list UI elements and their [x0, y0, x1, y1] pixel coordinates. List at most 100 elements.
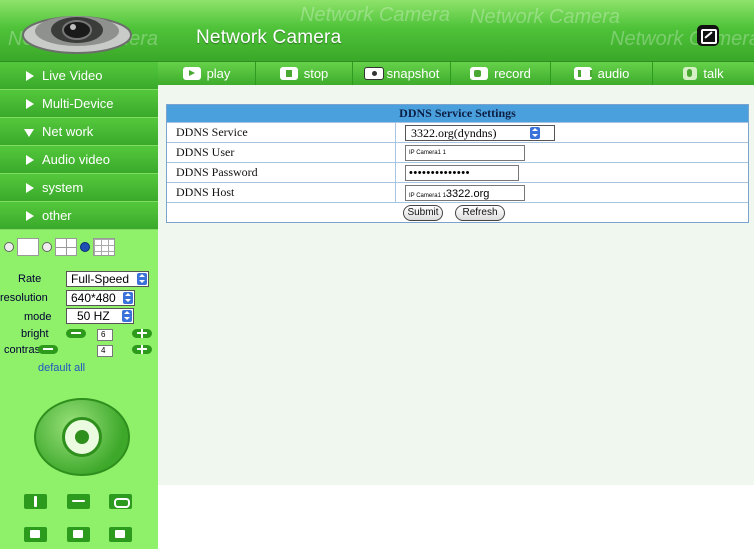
chevron-right-icon [26, 211, 34, 221]
main-content: DDNS Service Settings DDNS Service 3322.… [158, 85, 754, 549]
record-button[interactable]: record [451, 62, 551, 85]
layout-radio-4[interactable] [42, 242, 52, 252]
table-row: DDNS User IP Camera1 1 [167, 142, 748, 162]
ptz-center-icon[interactable] [62, 417, 102, 457]
resolution-select[interactable]: 640*480 [66, 290, 135, 306]
watermark-text: Network Camera [470, 6, 621, 28]
table-row: DDNS Password •••••••••••••• [167, 162, 748, 182]
ddns-password-label: DDNS Password [167, 163, 396, 182]
ddns-host-cell: IP Camera1 13322.org [396, 183, 748, 202]
chevron-down-icon [24, 129, 34, 137]
chevron-right-icon [26, 71, 34, 81]
ddns-service-cell: 3322.org(dyndns) [396, 123, 748, 142]
ddns-user-input[interactable]: IP Camera1 1 [405, 145, 525, 161]
contrast-decrease-button[interactable] [38, 345, 58, 354]
ddns-host-input[interactable]: IP Camera1 13322.org [405, 185, 525, 201]
play-label: play [206, 66, 231, 81]
layout-radio-1[interactable] [4, 242, 14, 252]
camera-dome-icon [22, 16, 132, 54]
chevron-right-icon [26, 183, 34, 193]
chevron-right-icon [26, 99, 34, 109]
ddns-user-cell: IP Camera1 1 [396, 143, 748, 162]
mode-label: mode [24, 311, 52, 323]
sidebar-item-other[interactable]: other [0, 202, 158, 230]
talk-icon [683, 67, 698, 80]
refresh-button[interactable]: Refresh [455, 205, 505, 221]
watermark-text: Network Camera [610, 28, 754, 50]
stop-label: stop [303, 66, 329, 81]
play-button[interactable]: play [158, 62, 256, 85]
watermark-text: Network Camera [300, 4, 451, 26]
vertical-patrol-button[interactable] [24, 494, 47, 509]
ddns-host-label: DDNS Host [167, 183, 396, 202]
talk-button[interactable]: talk [653, 62, 754, 85]
sidebar-item-audio-video[interactable]: Audio video [0, 146, 158, 174]
audio-button[interactable]: audio [551, 62, 653, 85]
resolution-label: resolution [0, 292, 48, 304]
ddns-host-prefix: IP Camera1 1 [409, 193, 446, 199]
rate-value: Full-Speed [71, 272, 130, 286]
ddns-user-label: DDNS User [167, 143, 396, 162]
snapshot-label: snapshot [386, 66, 440, 81]
default-all-link[interactable]: default all [38, 362, 85, 374]
ddns-service-label: DDNS Service [167, 123, 396, 142]
record-label: record [494, 66, 531, 81]
snapshot-button[interactable]: snapshot [353, 62, 451, 85]
ddns-service-value: 3322.org(dyndns) [411, 126, 497, 140]
audio-label: audio [597, 66, 630, 81]
fullscreen-icon[interactable] [697, 25, 719, 46]
horizontal-patrol-button[interactable] [67, 494, 90, 509]
rate-label: Rate [18, 273, 42, 285]
sidebar-item-network[interactable]: Net work [0, 118, 158, 146]
mode-select[interactable]: 50 HZ [66, 308, 134, 324]
mode-value: 50 HZ [77, 309, 110, 323]
sidebar-item-live-video[interactable]: Live Video [0, 62, 158, 90]
bright-decrease-button[interactable] [66, 329, 86, 338]
quad-view-icon [55, 238, 77, 256]
sidebar-item-label: other [42, 208, 72, 223]
sidebar-item-label: Audio video [42, 152, 110, 167]
loop-patrol-button[interactable] [109, 494, 132, 509]
bright-increase-button[interactable] [132, 329, 152, 338]
view-layout-selector [4, 236, 115, 258]
spinner-icon [530, 127, 540, 139]
chevron-right-icon [26, 155, 34, 165]
ddns-heading: DDNS Service Settings [167, 105, 748, 122]
record-icon [470, 67, 489, 80]
sidebar-item-system[interactable]: system [0, 174, 158, 202]
contrast-increase-button[interactable] [132, 345, 152, 354]
stop-icon [279, 67, 298, 80]
spinner-icon [123, 292, 133, 304]
io-off-button[interactable] [24, 527, 47, 542]
ddns-password-cell: •••••••••••••• [396, 163, 748, 182]
stop-button[interactable]: stop [256, 62, 353, 85]
table-row: DDNS Host IP Camera1 13322.org [167, 182, 748, 202]
sidebar-item-label: Net work [42, 124, 94, 139]
bright-value: 6 [97, 329, 113, 341]
submit-button[interactable]: Submit [403, 205, 443, 221]
nine-view-icon [93, 238, 115, 256]
talk-label: talk [703, 66, 724, 81]
ptz-control[interactable] [34, 398, 130, 476]
spinner-icon [122, 310, 132, 322]
ddns-service-select[interactable]: 3322.org(dyndns) [405, 125, 555, 141]
sidebar-item-label: Multi-Device [42, 96, 114, 111]
layout-radio-9[interactable] [80, 242, 90, 252]
rate-select[interactable]: Full-Speed [66, 271, 149, 287]
sidebar-item-label: system [42, 180, 84, 195]
single-view-icon [17, 238, 39, 256]
ddns-password-input[interactable]: •••••••••••••• [405, 165, 519, 181]
resolution-value: 640*480 [71, 291, 116, 305]
spinner-icon [137, 273, 147, 285]
sidebar-item-multi-device[interactable]: Multi-Device [0, 90, 158, 118]
app-title: Network Camera [196, 27, 342, 48]
ddns-settings-table: DDNS Service Settings DDNS Service 3322.… [166, 104, 749, 223]
ddns-host-value: 3322.org [445, 188, 490, 200]
flip-button[interactable] [109, 527, 132, 542]
bright-label: bright [21, 328, 49, 340]
video-toolbar: play stop snapshot record audio talk [158, 62, 754, 85]
ddns-action-row: Submit Refresh [167, 202, 748, 222]
snapshot-icon [363, 67, 384, 80]
io-on-button[interactable] [67, 527, 90, 542]
table-row: DDNS Service 3322.org(dyndns) [167, 122, 748, 142]
